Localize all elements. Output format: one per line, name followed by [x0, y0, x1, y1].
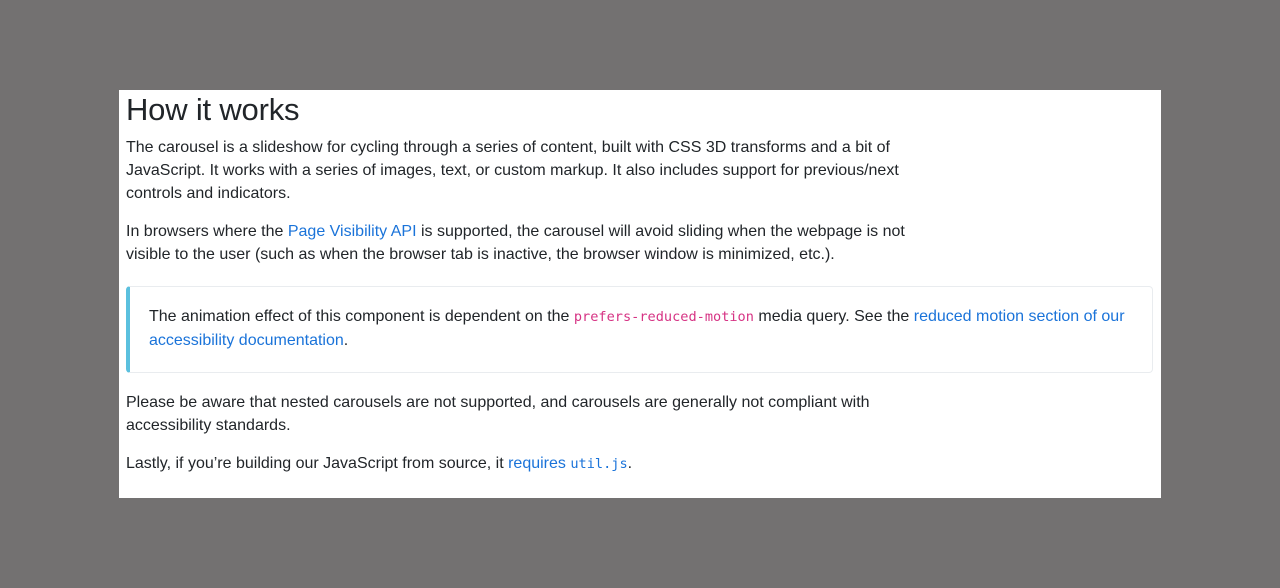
- util-js-code: util.js: [570, 456, 628, 472]
- callout-text-before: The animation effect of this component i…: [149, 308, 574, 325]
- intro-paragraph: The carousel is a slideshow for cycling …: [126, 139, 899, 202]
- section-heading: How it works: [126, 92, 300, 127]
- callout-text-middle: media query. See the: [753, 308, 914, 325]
- callout-paragraph: The animation effect of this component i…: [149, 305, 1133, 352]
- nested-carousels-paragraph: Please be aware that nested carousels ar…: [126, 394, 870, 434]
- page-visibility-api-link[interactable]: Page Visibility API: [288, 223, 417, 240]
- requires-util-link[interactable]: requires util.js: [508, 455, 628, 472]
- prefers-reduced-motion-code: prefers-reduced-motion: [573, 309, 754, 325]
- docs-content-panel: How it works The carousel is a slideshow…: [119, 90, 1161, 498]
- callout-text-after: .: [343, 332, 349, 349]
- requires-link-label: requires: [508, 455, 566, 472]
- lastly-paragraph: Lastly, if you’re building our JavaScrip…: [126, 452, 948, 476]
- visibility-text-before: In browsers where the: [126, 223, 288, 240]
- lastly-text-before: Lastly, if you’re building our JavaScrip…: [126, 455, 509, 472]
- lastly-text-after: .: [627, 455, 633, 472]
- info-callout: The animation effect of this component i…: [126, 286, 1153, 373]
- visibility-paragraph: In browsers where the Page Visibility AP…: [126, 220, 948, 266]
